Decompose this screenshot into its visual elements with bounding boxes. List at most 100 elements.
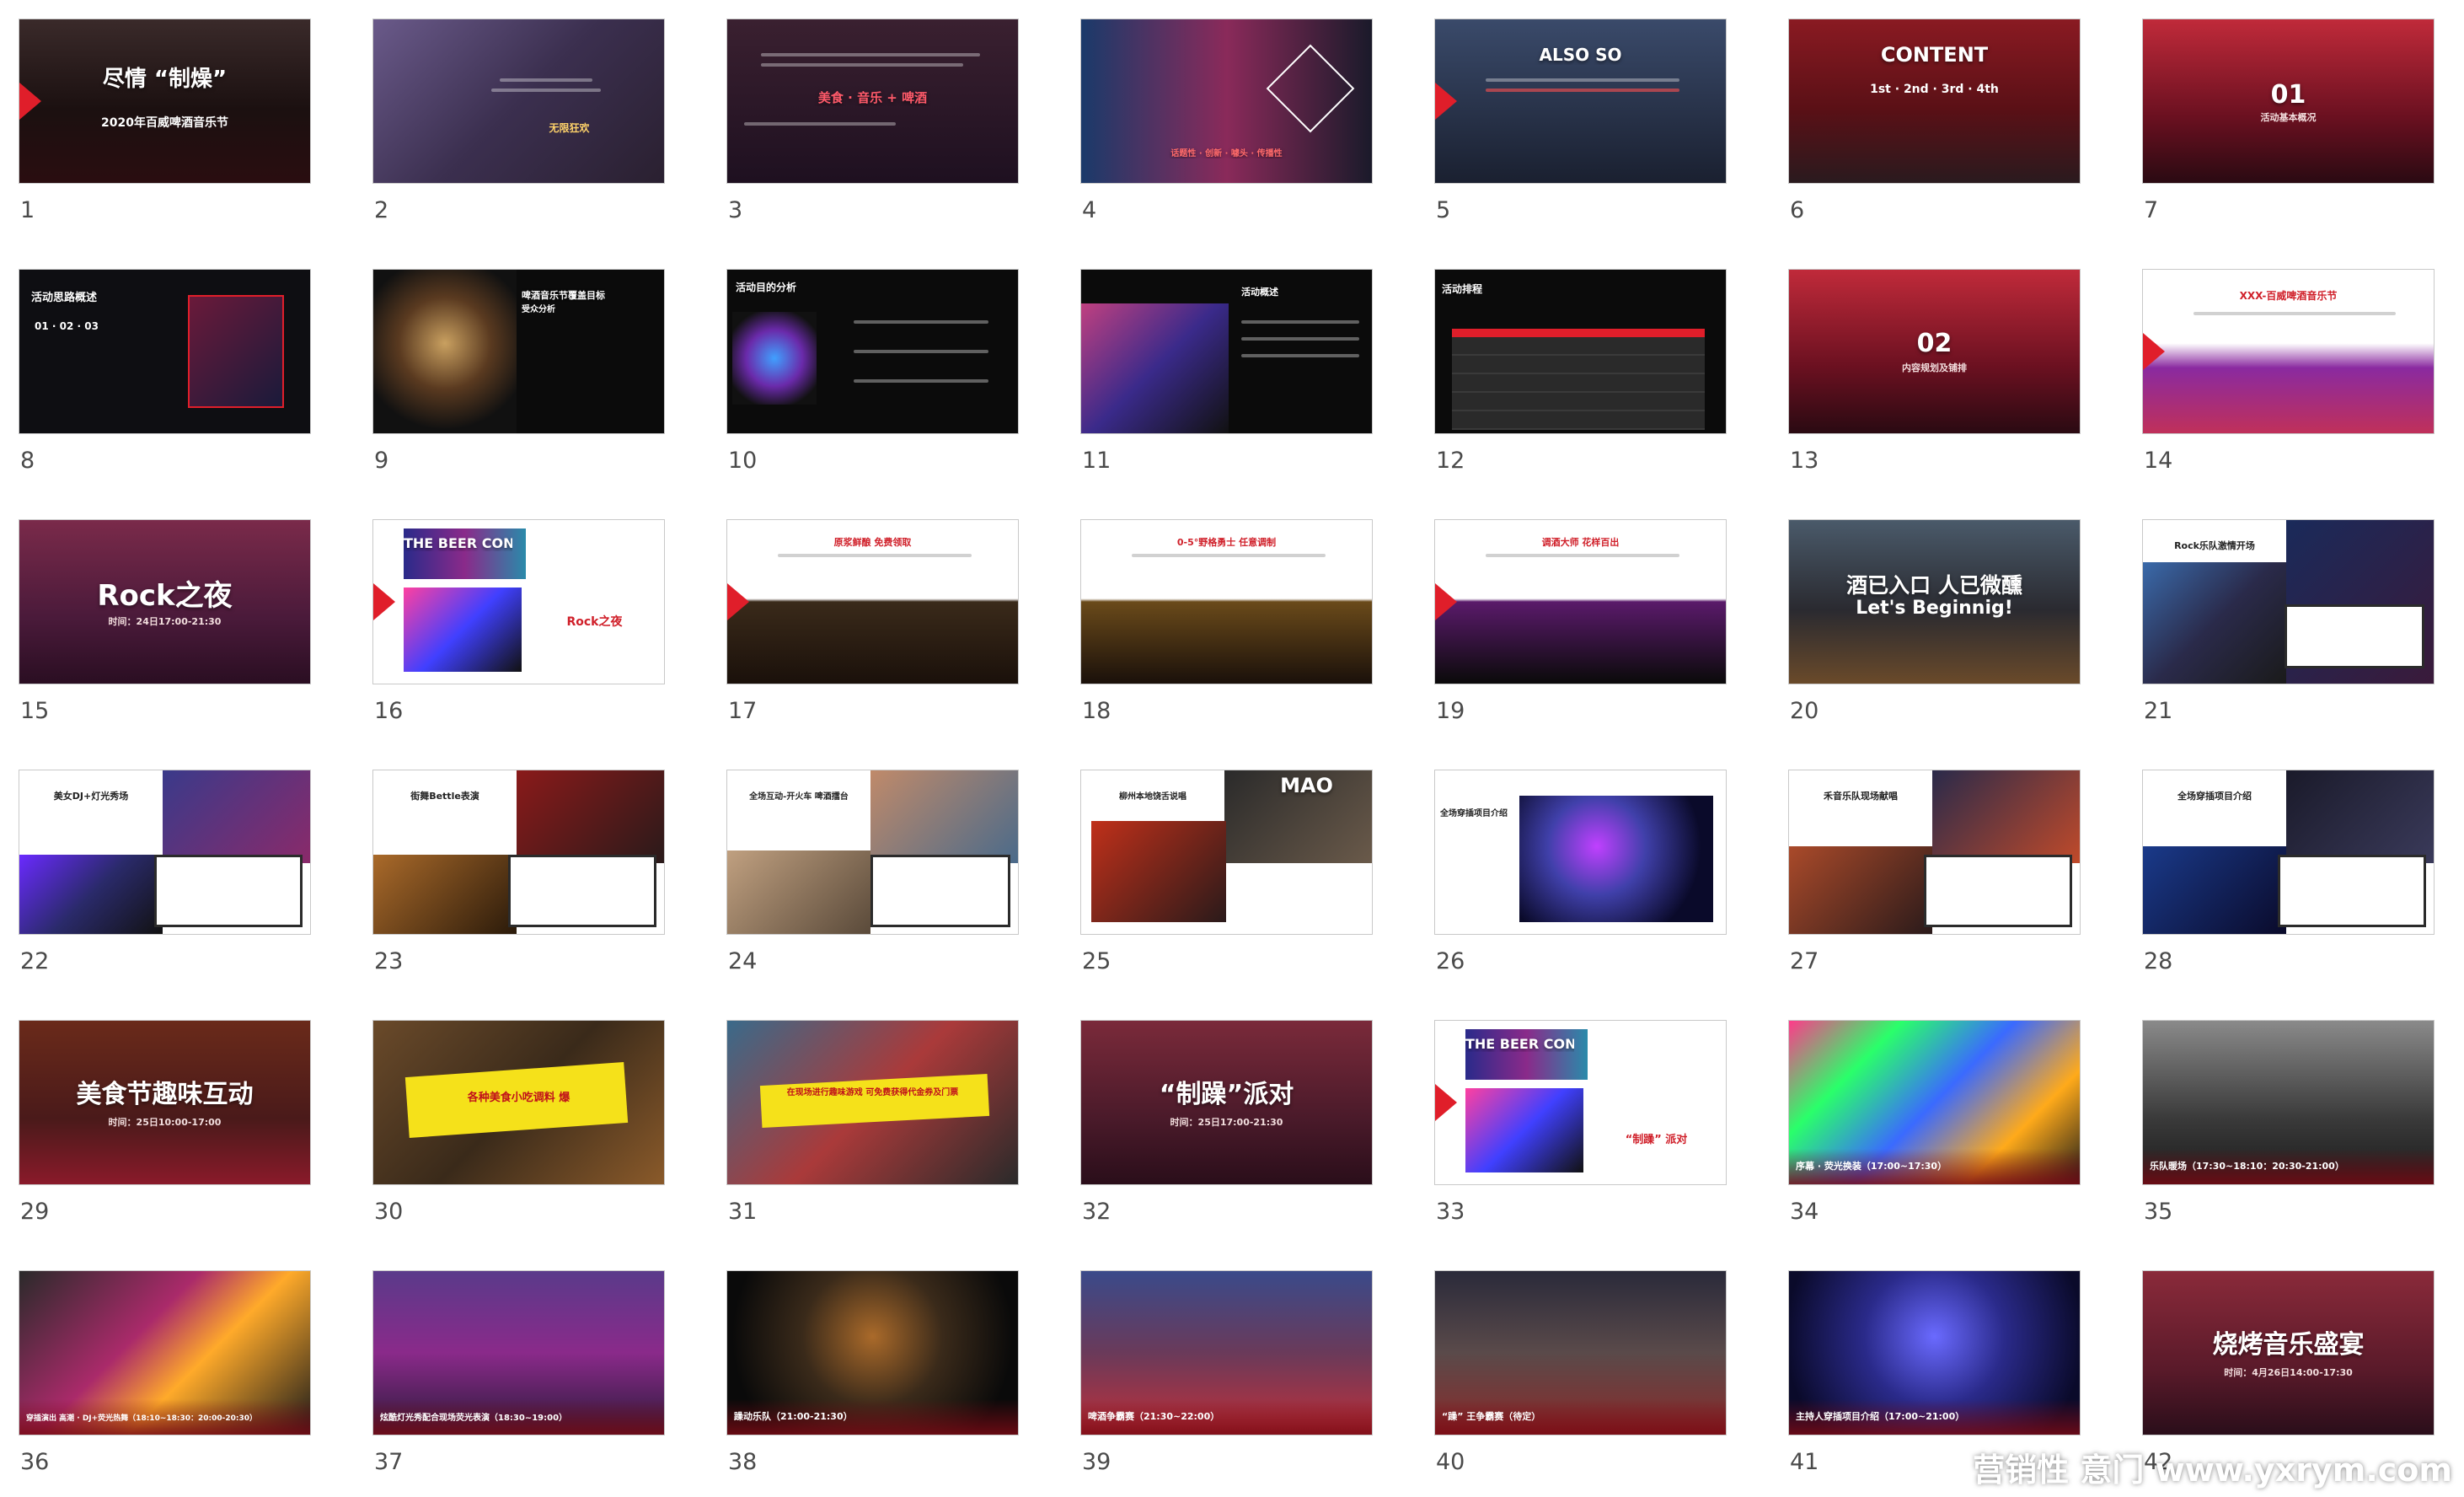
slide-preview[interactable]: 烧烤音乐盛宴 时间：4月26日14:00-17:30: [2142, 1270, 2435, 1435]
slide-preview[interactable]: 活动概述: [1080, 269, 1373, 434]
slide-preview[interactable]: 02 内容规划及铺排: [1788, 269, 2081, 434]
slide-caption: 序幕 · 荧光换装（17:00~17:30）: [1796, 1161, 1947, 1172]
slide-number: 33: [1436, 1199, 1465, 1225]
slide-title: 美食 · 音乐 + 啤酒: [817, 90, 928, 105]
slide-thumbnail[interactable]: XXX-百威啤酒音乐节 14: [2142, 269, 2435, 488]
slide-preview[interactable]: 全场穿插项目介绍: [2142, 770, 2435, 935]
slide-thumbnail[interactable]: THE BEER CONTAINER “制躁” 派对 33: [1434, 1020, 1727, 1239]
slide-preview[interactable]: 01 活动基本概况: [2142, 19, 2435, 184]
slide-preview[interactable]: 各种美食小吃调料 爆: [372, 1020, 665, 1185]
slide-preview[interactable]: Rock乐队激情开场: [2142, 519, 2435, 684]
slide-thumbnail[interactable]: 全场互动-开火车 啤酒擂台 24: [726, 770, 1019, 989]
slide-preview[interactable]: 乐队暖场（17:30~18:10：20:30-21:00）: [2142, 1020, 2435, 1185]
slide-thumbnail[interactable]: 01 活动基本概况 7: [2142, 19, 2435, 238]
slide-thumbnail[interactable]: CONTENT 1st · 2nd · 3rd · 4th 6: [1788, 19, 2081, 238]
slide-preview[interactable]: 0-5°野格勇士 任意调制: [1080, 519, 1373, 684]
slide-thumbnail[interactable]: 禾音乐队现场献唱 27: [1788, 770, 2081, 989]
slide-number: 8: [20, 448, 35, 474]
slide-thumbnail[interactable]: 0-5°野格勇士 任意调制 18: [1080, 519, 1373, 738]
slide-preview[interactable]: 美食 · 音乐 + 啤酒: [726, 19, 1019, 184]
slide-thumbnail[interactable]: 酒已入口 人已微醺 Let's Beginnig! 20: [1788, 519, 2081, 738]
slide-preview[interactable]: “躁” 王争霸赛（待定）: [1434, 1270, 1727, 1435]
slide-thumbnail[interactable]: 无限狂欢 2: [372, 19, 665, 238]
slide-thumbnail[interactable]: “制躁”派对 时间：25日17:00-21:30 32: [1080, 1020, 1373, 1239]
slide-preview[interactable]: 躁动乐队（21:00-21:30）: [726, 1270, 1019, 1435]
slide-preview[interactable]: 酒已入口 人已微醺 Let's Beginnig!: [1788, 519, 2081, 684]
slide-title: “制躁”派对: [1159, 1080, 1294, 1109]
slide-thumbnail[interactable]: 穿插演出 高潮 · DJ+荧光热舞（18:10~18:30：20:00-20:3…: [19, 1270, 311, 1489]
slide-number: 25: [1082, 948, 1111, 974]
slide-thumbnail[interactable]: 街舞Bettle表演 23: [372, 770, 665, 989]
slide-preview[interactable]: 序幕 · 荧光换装（17:00~17:30）: [1788, 1020, 2081, 1185]
slide-preview[interactable]: CONTENT 1st · 2nd · 3rd · 4th: [1788, 19, 2081, 184]
slide-thumbnail[interactable]: 躁动乐队（21:00-21:30） 38: [726, 1270, 1019, 1489]
slide-preview[interactable]: 话题性 · 创新 · 噱头 · 传播性: [1080, 19, 1373, 184]
slide-caption: 乐队暖场（17:30~18:10：20:30-21:00）: [2150, 1161, 2344, 1172]
slide-preview[interactable]: 活动排程: [1434, 269, 1727, 434]
slide-preview[interactable]: 活动目的分析: [726, 269, 1019, 434]
slide-number: 22: [20, 948, 50, 974]
slide-photo: [1465, 1088, 1583, 1172]
slide-number: 3: [728, 197, 743, 223]
slide-preview[interactable]: 在现场进行趣味游戏 可免费获得代金券及门票: [726, 1020, 1019, 1185]
slide-thumbnail[interactable]: 调酒大师 花样百出 19: [1434, 519, 1727, 738]
slide-thumbnail[interactable]: 各种美食小吃调料 爆 30: [372, 1020, 665, 1239]
slide-thumbnail[interactable]: 美食节趣味互动 时间：25日10:00-17:00 29: [19, 1020, 311, 1239]
slide-preview[interactable]: 啤酒音乐节覆盖目标 受众分析: [372, 269, 665, 434]
slide-thumbnail[interactable]: 乐队暖场（17:30~18:10：20:30-21:00） 35: [2142, 1020, 2435, 1239]
slide-preview[interactable]: 禾音乐队现场献唱: [1788, 770, 2081, 935]
slide-title: 尽情 “制燥”: [102, 67, 228, 92]
slide-thumbnail[interactable]: 全场穿插项目介绍 28: [2142, 770, 2435, 989]
slide-thumbnail[interactable]: Rock乐队激情开场 21: [2142, 519, 2435, 738]
slide-thumbnail[interactable]: 美食 · 音乐 + 啤酒 3: [726, 19, 1019, 238]
slide-preview[interactable]: Rock之夜 时间：24日17:00-21:30: [19, 519, 311, 684]
slide-number: 38: [728, 1449, 758, 1475]
slide-thumbnail[interactable]: 啤酒音乐节覆盖目标 受众分析 9: [372, 269, 665, 488]
slide-preview[interactable]: ALSO SO: [1434, 19, 1727, 184]
slide-preview[interactable]: 尽情 “制燥” 2020年百威啤酒音乐节: [19, 19, 311, 184]
slide-thumbnail[interactable]: ALSO SO 5: [1434, 19, 1727, 238]
slide-preview[interactable]: 全场互动-开火车 啤酒擂台: [726, 770, 1019, 935]
slide-preview[interactable]: 啤酒争霸赛（21:30~22:00）: [1080, 1270, 1373, 1435]
slide-preview[interactable]: 美女DJ+灯光秀场: [19, 770, 311, 935]
slide-photo: [2286, 770, 2434, 863]
slide-thumbnail[interactable]: 活动目的分析 10: [726, 269, 1019, 488]
slide-preview[interactable]: MAO 柳州本地饶舌说唱: [1080, 770, 1373, 935]
slide-thumbnail[interactable]: MAO 柳州本地饶舌说唱 25: [1080, 770, 1373, 989]
slide-thumbnail[interactable]: 活动思路概述 01 · 02 · 03 8: [19, 269, 311, 488]
slide-preview[interactable]: 穿插演出 高潮 · DJ+荧光热舞（18:10~18:30：20:00-20:3…: [19, 1270, 311, 1435]
slide-title: 街舞Bettle表演: [410, 791, 479, 802]
slide-preview[interactable]: 调酒大师 花样百出: [1434, 519, 1727, 684]
slide-preview[interactable]: 炫酷灯光秀配合现场荧光表演（18:30~19:00）: [372, 1270, 665, 1435]
slide-thumbnail[interactable]: 原浆鲜酿 免费领取 17: [726, 519, 1019, 738]
slide-thumbnail[interactable]: Rock之夜 时间：24日17:00-21:30 15: [19, 519, 311, 738]
slide-preview[interactable]: 主持人穿插项目介绍（17:00~21:00）: [1788, 1270, 2081, 1435]
slide-thumbnail[interactable]: 尽情 “制燥” 2020年百威啤酒音乐节 1: [19, 19, 311, 238]
slide-thumbnail[interactable]: 话题性 · 创新 · 噱头 · 传播性 4: [1080, 19, 1373, 238]
slide-preview[interactable]: 无限狂欢: [372, 19, 665, 184]
slide-thumbnail[interactable]: “躁” 王争霸赛（待定） 40: [1434, 1270, 1727, 1489]
slide-preview[interactable]: 原浆鲜酿 免费领取: [726, 519, 1019, 684]
slide-number: 14: [2144, 448, 2173, 474]
slide-preview[interactable]: THE BEER CONTAINER Rock之夜: [372, 519, 665, 684]
slide-thumbnail[interactable]: 活动概述 11: [1080, 269, 1373, 488]
slide-thumbnail[interactable]: 在现场进行趣味游戏 可免费获得代金券及门票 31: [726, 1020, 1019, 1239]
slide-thumbnail[interactable]: 炫酷灯光秀配合现场荧光表演（18:30~19:00） 37: [372, 1270, 665, 1489]
slide-thumbnail[interactable]: 02 内容规划及铺排 13: [1788, 269, 2081, 488]
slide-preview[interactable]: 活动思路概述 01 · 02 · 03: [19, 269, 311, 434]
slide-preview[interactable]: “制躁”派对 时间：25日17:00-21:30: [1080, 1020, 1373, 1185]
slide-thumbnail[interactable]: 活动排程 12: [1434, 269, 1727, 488]
slide-preview[interactable]: XXX-百威啤酒音乐节: [2142, 269, 2435, 434]
slide-number: 5: [1436, 197, 1451, 223]
slide-preview[interactable]: 全场穿插项目介绍: [1434, 770, 1727, 935]
slide-title: 全场互动-开火车 啤酒擂台: [749, 792, 849, 802]
slide-thumbnail[interactable]: 全场穿插项目介绍 26: [1434, 770, 1727, 989]
slide-thumbnail[interactable]: THE BEER CONTAINER Rock之夜 16: [372, 519, 665, 738]
slide-thumbnail[interactable]: 啤酒争霸赛（21:30~22:00） 39: [1080, 1270, 1373, 1489]
slide-preview[interactable]: THE BEER CONTAINER “制躁” 派对: [1434, 1020, 1727, 1185]
slide-thumbnail[interactable]: 美女DJ+灯光秀场 22: [19, 770, 311, 989]
slide-thumbnail[interactable]: 序幕 · 荧光换装（17:00~17:30） 34: [1788, 1020, 2081, 1239]
slide-number: 1: [20, 197, 35, 223]
slide-preview[interactable]: 街舞Bettle表演: [372, 770, 665, 935]
slide-preview[interactable]: 美食节趣味互动 时间：25日10:00-17:00: [19, 1020, 311, 1185]
